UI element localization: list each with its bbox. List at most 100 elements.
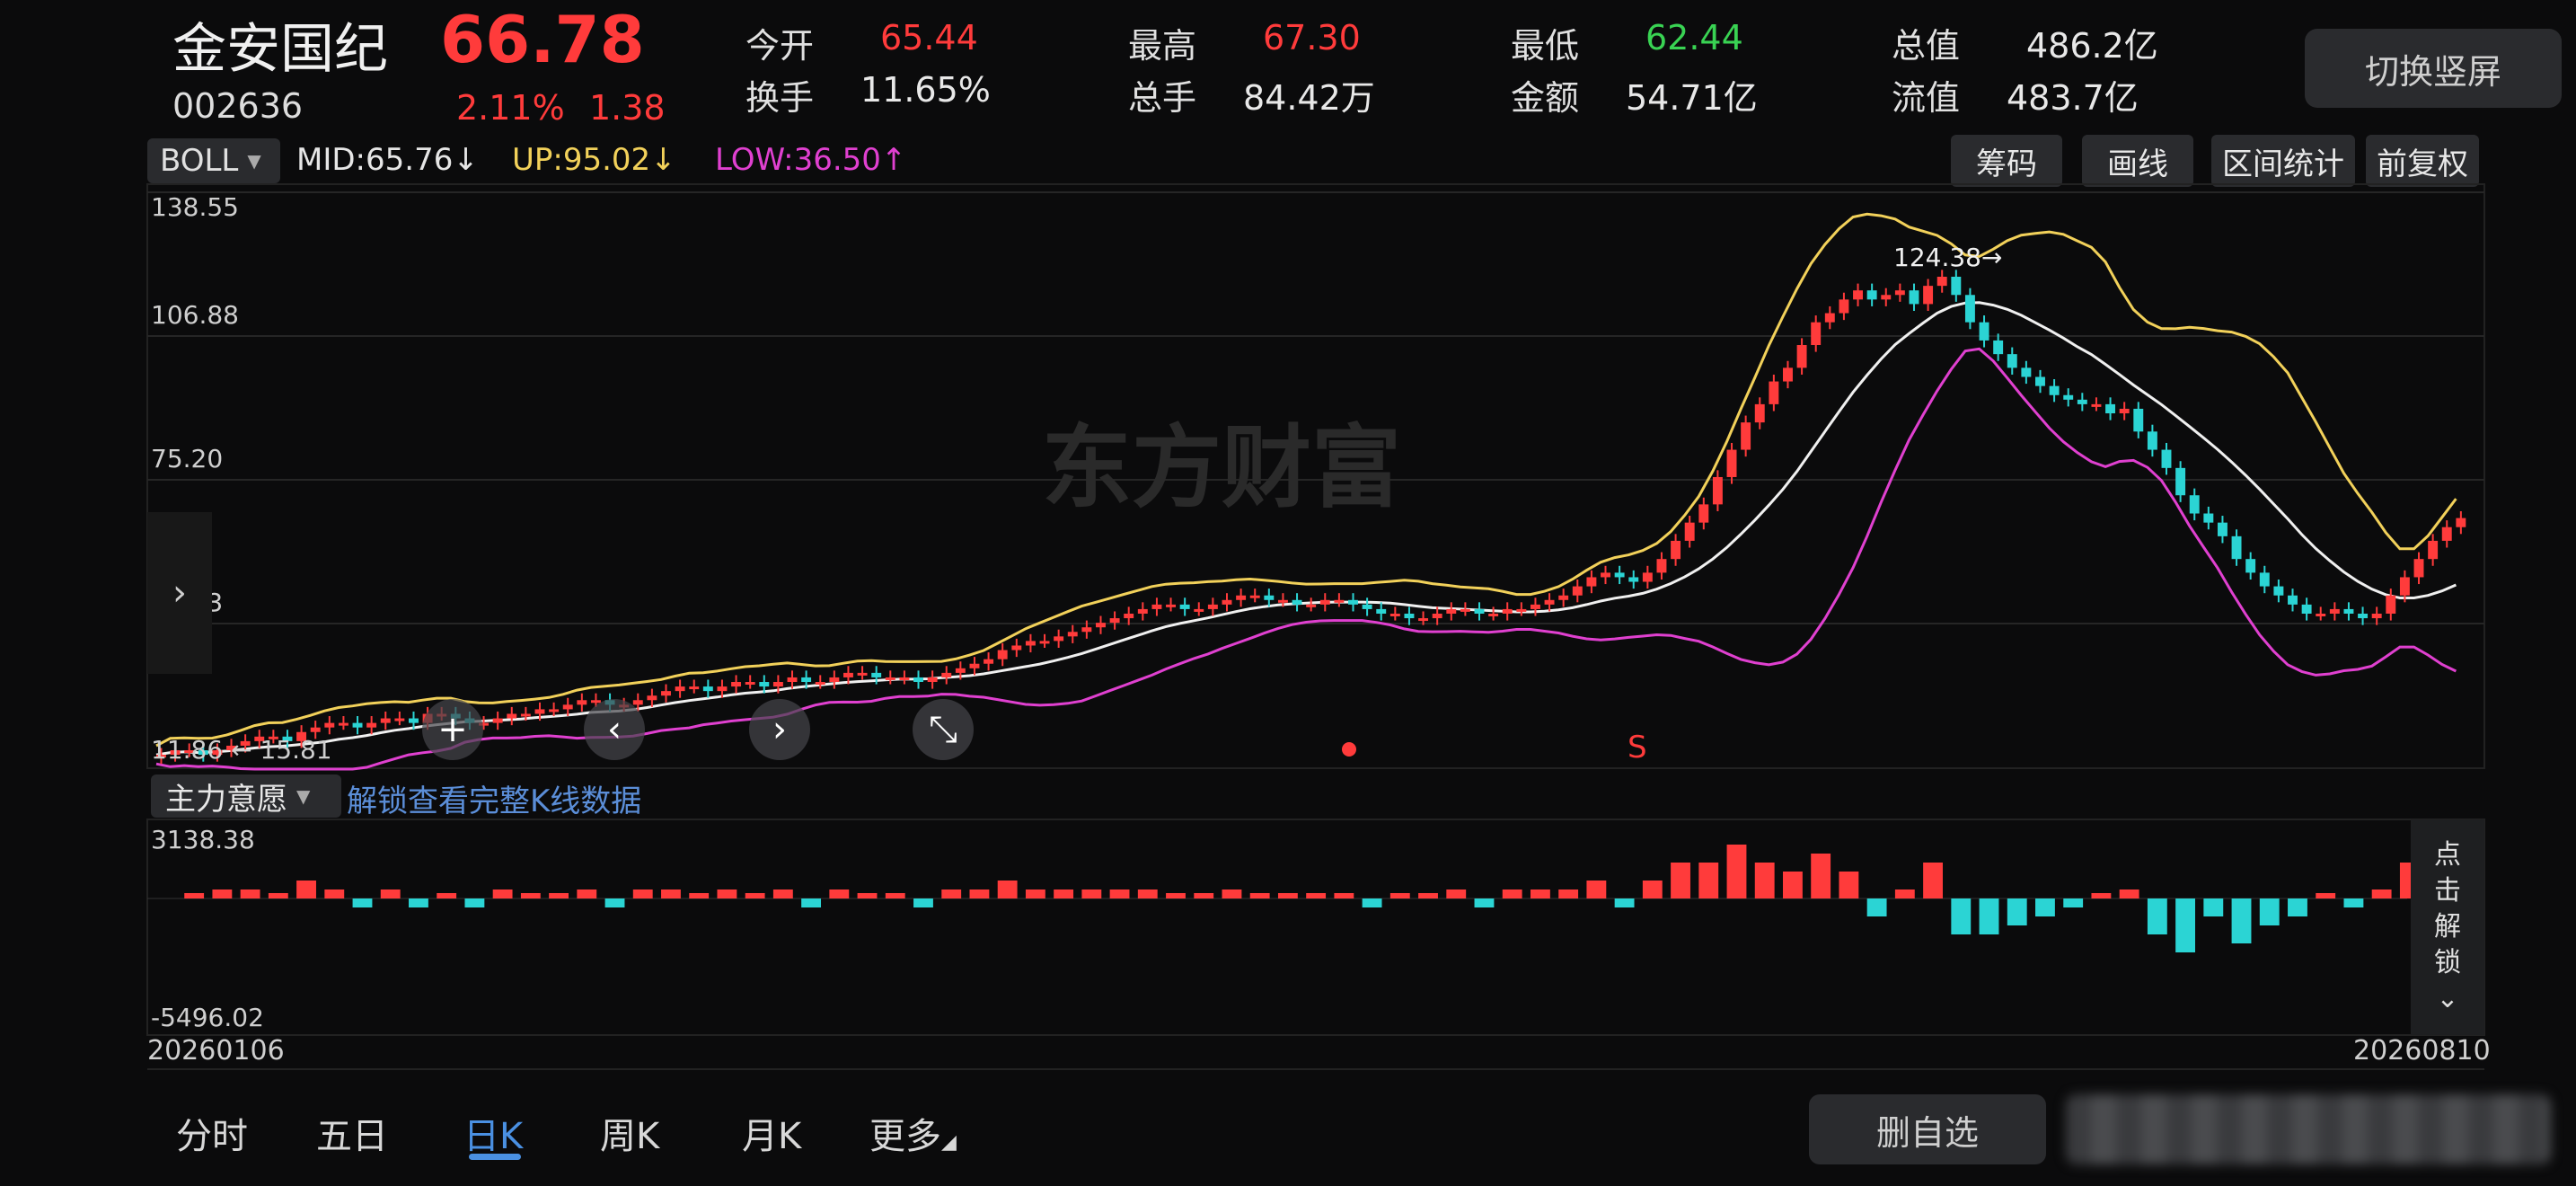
- oscillator-select[interactable]: 主力意愿 ▼: [151, 774, 341, 818]
- candle-body: [324, 722, 335, 728]
- candle-body: [2329, 608, 2340, 614]
- candle-body: [885, 677, 895, 680]
- osc-bar: [1306, 893, 1327, 898]
- osc-bar: [2007, 898, 2027, 925]
- osc-bar: [941, 890, 962, 898]
- unlock-kline-link[interactable]: 解锁查看完整K线数据: [347, 776, 641, 820]
- collapse-icon[interactable]: ⤡: [913, 699, 974, 760]
- osc-bar: [1894, 890, 1915, 898]
- chevron-left-icon[interactable]: ‹: [584, 699, 645, 760]
- candle-body: [1166, 604, 1177, 607]
- candle-body: [1909, 290, 1919, 305]
- candle-body: [1081, 627, 1092, 633]
- x-end-date: 20260810: [2353, 1035, 2491, 1067]
- candle-body: [1362, 604, 1372, 609]
- candle-body: [1964, 295, 1975, 323]
- candle-body: [1054, 636, 1064, 642]
- osc-bar: [2063, 898, 2084, 907]
- candle-body: [1754, 403, 1765, 423]
- candle-body: [1067, 632, 1078, 637]
- osc-bar: [1726, 845, 1747, 898]
- osc-bar: [969, 890, 990, 898]
- candle-body: [1796, 345, 1807, 368]
- candle-body: [1432, 613, 1442, 619]
- chevron-down-icon: ⌄: [2436, 983, 2459, 1014]
- candle-body: [1853, 290, 1863, 300]
- candle-body: [1628, 577, 1639, 582]
- osc-bar: [296, 881, 316, 898]
- osc-bar: [1530, 890, 1550, 898]
- candle-body: [2119, 408, 2130, 414]
- candle-body: [2273, 586, 2284, 596]
- osc-bar: [577, 890, 597, 898]
- tab-more[interactable]: 更多◢: [869, 1107, 957, 1159]
- candle-body: [2371, 613, 2382, 619]
- osc-bar: [1446, 890, 1467, 898]
- osc-bar: [857, 893, 878, 898]
- candle-body: [1277, 599, 1288, 603]
- osc-bar: [1671, 863, 1690, 898]
- osc-bar: [1783, 872, 1803, 898]
- high-price-label: 124.38→: [1893, 243, 2003, 272]
- osc-bar: [1502, 890, 1522, 898]
- chevron-left-handle-icon[interactable]: ›: [147, 512, 212, 674]
- candle-body: [1741, 422, 1751, 450]
- candle-body: [731, 682, 742, 687]
- candle-body: [984, 659, 994, 664]
- candle-body: [2245, 559, 2256, 573]
- x-start-date: 20260106: [147, 1035, 285, 1067]
- osc-bar: [1586, 881, 1607, 898]
- candle-body: [2105, 403, 2116, 414]
- tab-daily-k[interactable]: 日K: [463, 1107, 523, 1159]
- candle-body: [2358, 613, 2369, 619]
- candle-body: [2316, 613, 2326, 616]
- candle-body: [1979, 322, 1989, 341]
- osc-bar: [689, 893, 710, 898]
- candle-body: [2259, 572, 2270, 587]
- candle-body: [1951, 277, 1962, 296]
- blurred-action-button[interactable]: [2066, 1094, 2551, 1164]
- osc-bar: [772, 890, 793, 898]
- side-unlock-button[interactable]: 点 击 解 锁 ⌄: [2411, 819, 2484, 1035]
- candle-body: [1376, 608, 1387, 614]
- osc-bar: [632, 890, 653, 898]
- kline-chart[interactable]: 东方财富: [0, 0, 2576, 1186]
- caret-down-icon: ▼: [296, 785, 311, 807]
- candle-body: [829, 677, 840, 683]
- zoom-in-icon[interactable]: +: [422, 699, 483, 760]
- candle-body: [1684, 522, 1695, 541]
- candle-body: [2007, 354, 2017, 368]
- tab-monthly-k[interactable]: 月K: [742, 1107, 801, 1159]
- remove-favorite-button[interactable]: 删自选: [1809, 1094, 2046, 1164]
- candle-body: [549, 709, 560, 712]
- candle-body: [1894, 290, 1905, 296]
- candle-body: [2203, 513, 2214, 523]
- buy-signal-dot: [1342, 742, 1356, 757]
- candle-body: [1544, 599, 1555, 605]
- osc-bar: [1642, 881, 1663, 898]
- candle-body: [2035, 376, 2045, 386]
- candle-body: [1866, 290, 1877, 300]
- candle-body: [1656, 559, 1667, 573]
- osc-bar: [913, 898, 933, 907]
- candle-body: [2189, 495, 2200, 514]
- osc-bar: [1698, 863, 1719, 898]
- osc-bar: [2175, 898, 2196, 952]
- candle-body: [1446, 608, 1457, 614]
- tab-weekly-k[interactable]: 周K: [600, 1107, 659, 1159]
- osc-bar: [1979, 898, 1999, 934]
- osc-bar: [437, 893, 457, 898]
- candle-body: [1530, 604, 1540, 609]
- candle-body: [2147, 431, 2157, 450]
- osc-bar: [2091, 893, 2112, 898]
- candle-body: [1516, 608, 1527, 612]
- tab-five-day[interactable]: 五日: [316, 1107, 388, 1159]
- candle-body: [1389, 613, 1400, 616]
- tab-intraday[interactable]: 分时: [176, 1107, 248, 1159]
- candle-body: [913, 677, 923, 683]
- osc-bar: [1614, 898, 1635, 907]
- chevron-right-icon[interactable]: ›: [749, 699, 810, 760]
- watermark: 东方财富: [1042, 415, 1401, 520]
- osc-bar: [1166, 893, 1186, 898]
- candle-body: [1124, 613, 1134, 619]
